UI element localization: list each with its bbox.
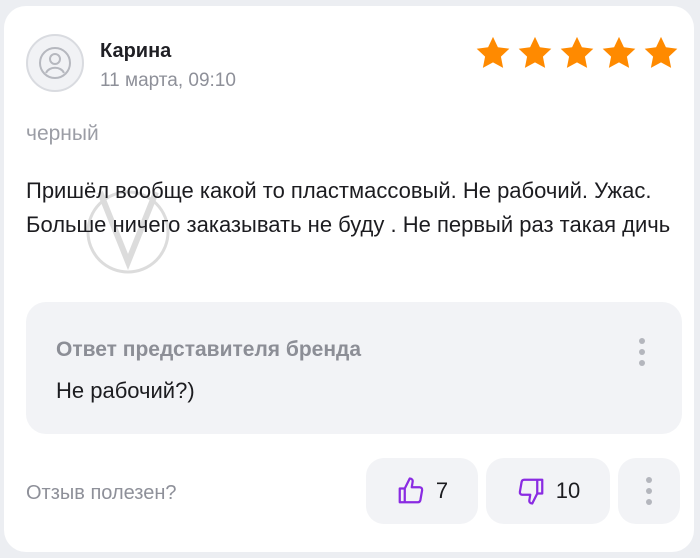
star-icon <box>644 36 678 68</box>
helpful-label: Отзыв полезен? <box>26 482 177 504</box>
dislike-button[interactable]: 10 <box>486 458 610 524</box>
like-button[interactable]: 7 <box>366 458 478 524</box>
user-icon <box>39 47 71 79</box>
reply-text: Не рабочий?) <box>56 378 195 403</box>
reply-title: Ответ представителя бренда <box>56 338 362 361</box>
review-more-button[interactable] <box>618 458 680 524</box>
review-date: 11 марта, 09:10 <box>100 70 236 91</box>
rating-stars <box>474 34 680 72</box>
star-icon <box>518 36 552 68</box>
thumbs-up-icon <box>398 477 424 504</box>
star-icon <box>602 36 636 68</box>
author-name: Карина <box>100 40 172 62</box>
dislike-count: 10 <box>555 478 581 503</box>
product-variant: черный <box>26 122 99 145</box>
like-count: 7 <box>435 478 449 503</box>
more-vertical-icon <box>646 477 652 505</box>
review-text: Пришёл вообще какой то пластмассовый. Не… <box>26 178 671 237</box>
thumbs-down-icon <box>518 478 544 505</box>
star-icon <box>476 36 510 68</box>
avatar <box>26 34 84 92</box>
reply-more-button[interactable] <box>624 328 660 376</box>
more-vertical-icon <box>639 338 645 344</box>
review-card: Карина 11 марта, 09:10 черный Пришёл воо… <box>4 6 694 552</box>
star-icon <box>560 36 594 68</box>
brand-reply: Ответ представителя бренда Не рабочий?) <box>26 302 682 434</box>
